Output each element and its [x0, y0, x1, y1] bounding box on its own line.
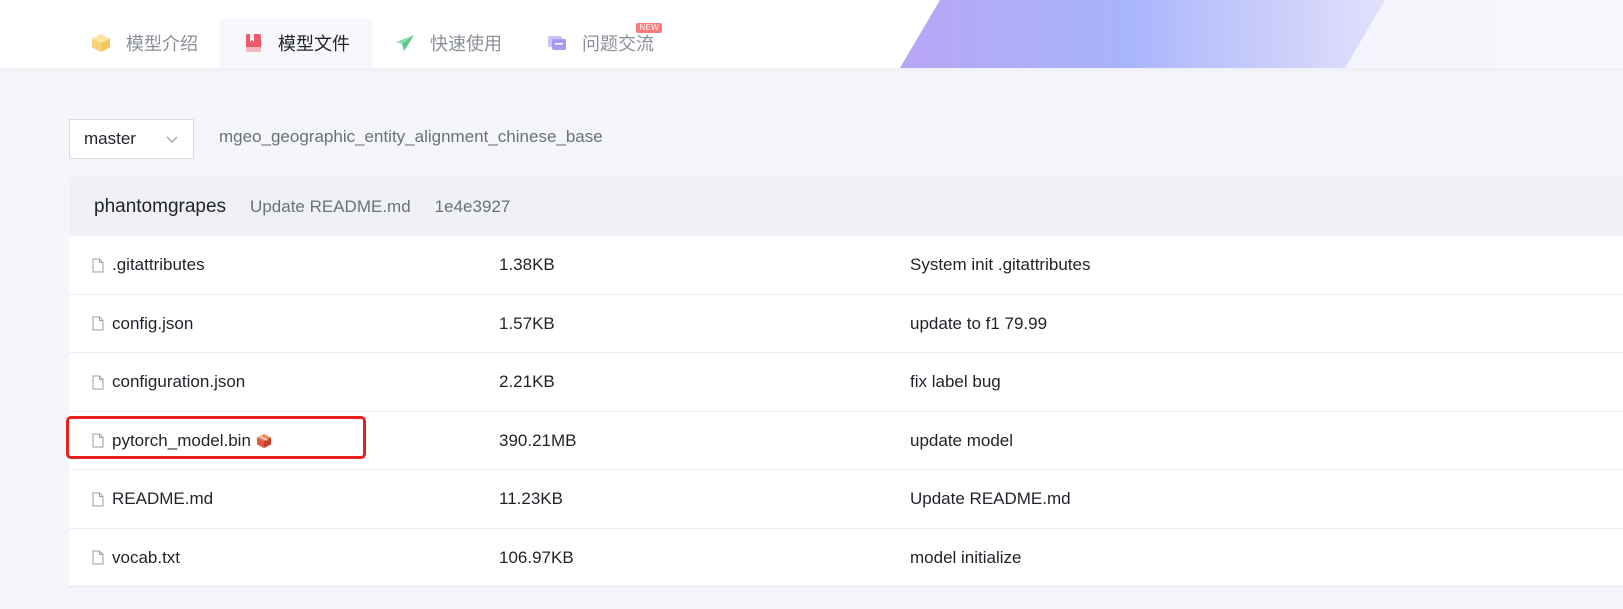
file-row: pytorch_model.bin 390.21MB update model — [69, 412, 1623, 470]
file-name: vocab.txt — [112, 547, 181, 567]
file-link[interactable]: .gitattributes — [92, 236, 205, 294]
tab-discussion[interactable]: 问题交流 NEW — [524, 18, 676, 68]
commit-hash-link[interactable]: 1e4e3927 — [435, 197, 511, 217]
paper-plane-icon — [394, 32, 416, 54]
file-commit-message: update model — [910, 430, 1014, 450]
file-commit-message: update to f1 79.99 — [910, 313, 1048, 333]
file-icon — [92, 258, 104, 273]
model-tab-bar: 模型介绍 模型文件 快速使用 问题交流 NEW — [0, 0, 1623, 68]
file-commit-message: System init .gitattributes — [910, 255, 1091, 274]
file-name: README.md — [112, 489, 214, 508]
chat-icon — [546, 32, 568, 54]
book-icon — [242, 32, 264, 54]
repo-path: mgeo_geographic_entity_alignment_chinese… — [219, 127, 603, 146]
tab-quick-start[interactable]: 快速使用 — [372, 18, 524, 68]
file-size: 11.23KB — [499, 489, 563, 508]
file-row: configuration.json 2.21KB fix label bug — [69, 353, 1623, 412]
new-badge: NEW — [636, 23, 662, 33]
decorative-banner — [900, 0, 1623, 68]
tab-label: 模型介绍 — [126, 34, 198, 54]
file-link[interactable]: vocab.txt — [92, 529, 180, 587]
file-size: 2.21KB — [499, 372, 555, 391]
file-name: .gitattributes — [112, 255, 205, 274]
file-commit-message: model initialize — [910, 547, 1022, 567]
file-table: .gitattributes 1.38KB System init .gitat… — [69, 236, 1623, 587]
file-size: 1.38KB — [499, 255, 555, 274]
tab-model-files[interactable]: 模型文件 — [220, 18, 372, 68]
file-row: README.md 11.23KB Update README.md — [69, 470, 1623, 529]
chevron-down-icon — [166, 136, 178, 143]
file-row: .gitattributes 1.38KB System init .gitat… — [69, 236, 1623, 295]
branch-select-value: master — [84, 129, 136, 148]
file-name: config.json — [112, 313, 194, 333]
file-icon — [92, 550, 104, 565]
file-link[interactable]: README.md — [92, 470, 213, 528]
file-icon — [92, 375, 104, 390]
file-size: 1.57KB — [499, 313, 555, 333]
commit-author: phantomgrapes — [94, 195, 227, 217]
lfs-package-icon — [255, 432, 273, 450]
file-link[interactable]: pytorch_model.bin — [92, 412, 273, 470]
tab-label: 快速使用 — [430, 34, 502, 54]
file-size: 390.21MB — [499, 430, 577, 450]
file-icon — [92, 433, 104, 448]
file-link[interactable]: config.json — [92, 295, 193, 353]
tab-label: 问题交流 — [582, 34, 654, 54]
file-name: pytorch_model.bin — [112, 430, 251, 450]
file-icon — [92, 492, 104, 507]
file-commit-message: fix label bug — [910, 372, 1001, 391]
tab-model-intro[interactable]: 模型介绍 — [68, 18, 220, 68]
file-icon — [92, 316, 104, 331]
latest-commit-bar: phantomgrapes Update README.md 1e4e3927 — [69, 177, 1623, 236]
file-name: configuration.json — [112, 372, 246, 391]
file-size: 106.97KB — [499, 547, 574, 567]
file-row: config.json 1.57KB update to f1 79.99 — [69, 295, 1623, 353]
branch-select[interactable]: master — [69, 119, 194, 159]
commit-message: Update README.md — [250, 196, 411, 216]
file-link[interactable]: configuration.json — [92, 353, 245, 411]
tab-label: 模型文件 — [278, 34, 350, 54]
file-row: vocab.txt 106.97KB model initialize — [69, 529, 1623, 587]
file-commit-message: Update README.md — [910, 489, 1071, 508]
cube-icon — [90, 32, 112, 54]
